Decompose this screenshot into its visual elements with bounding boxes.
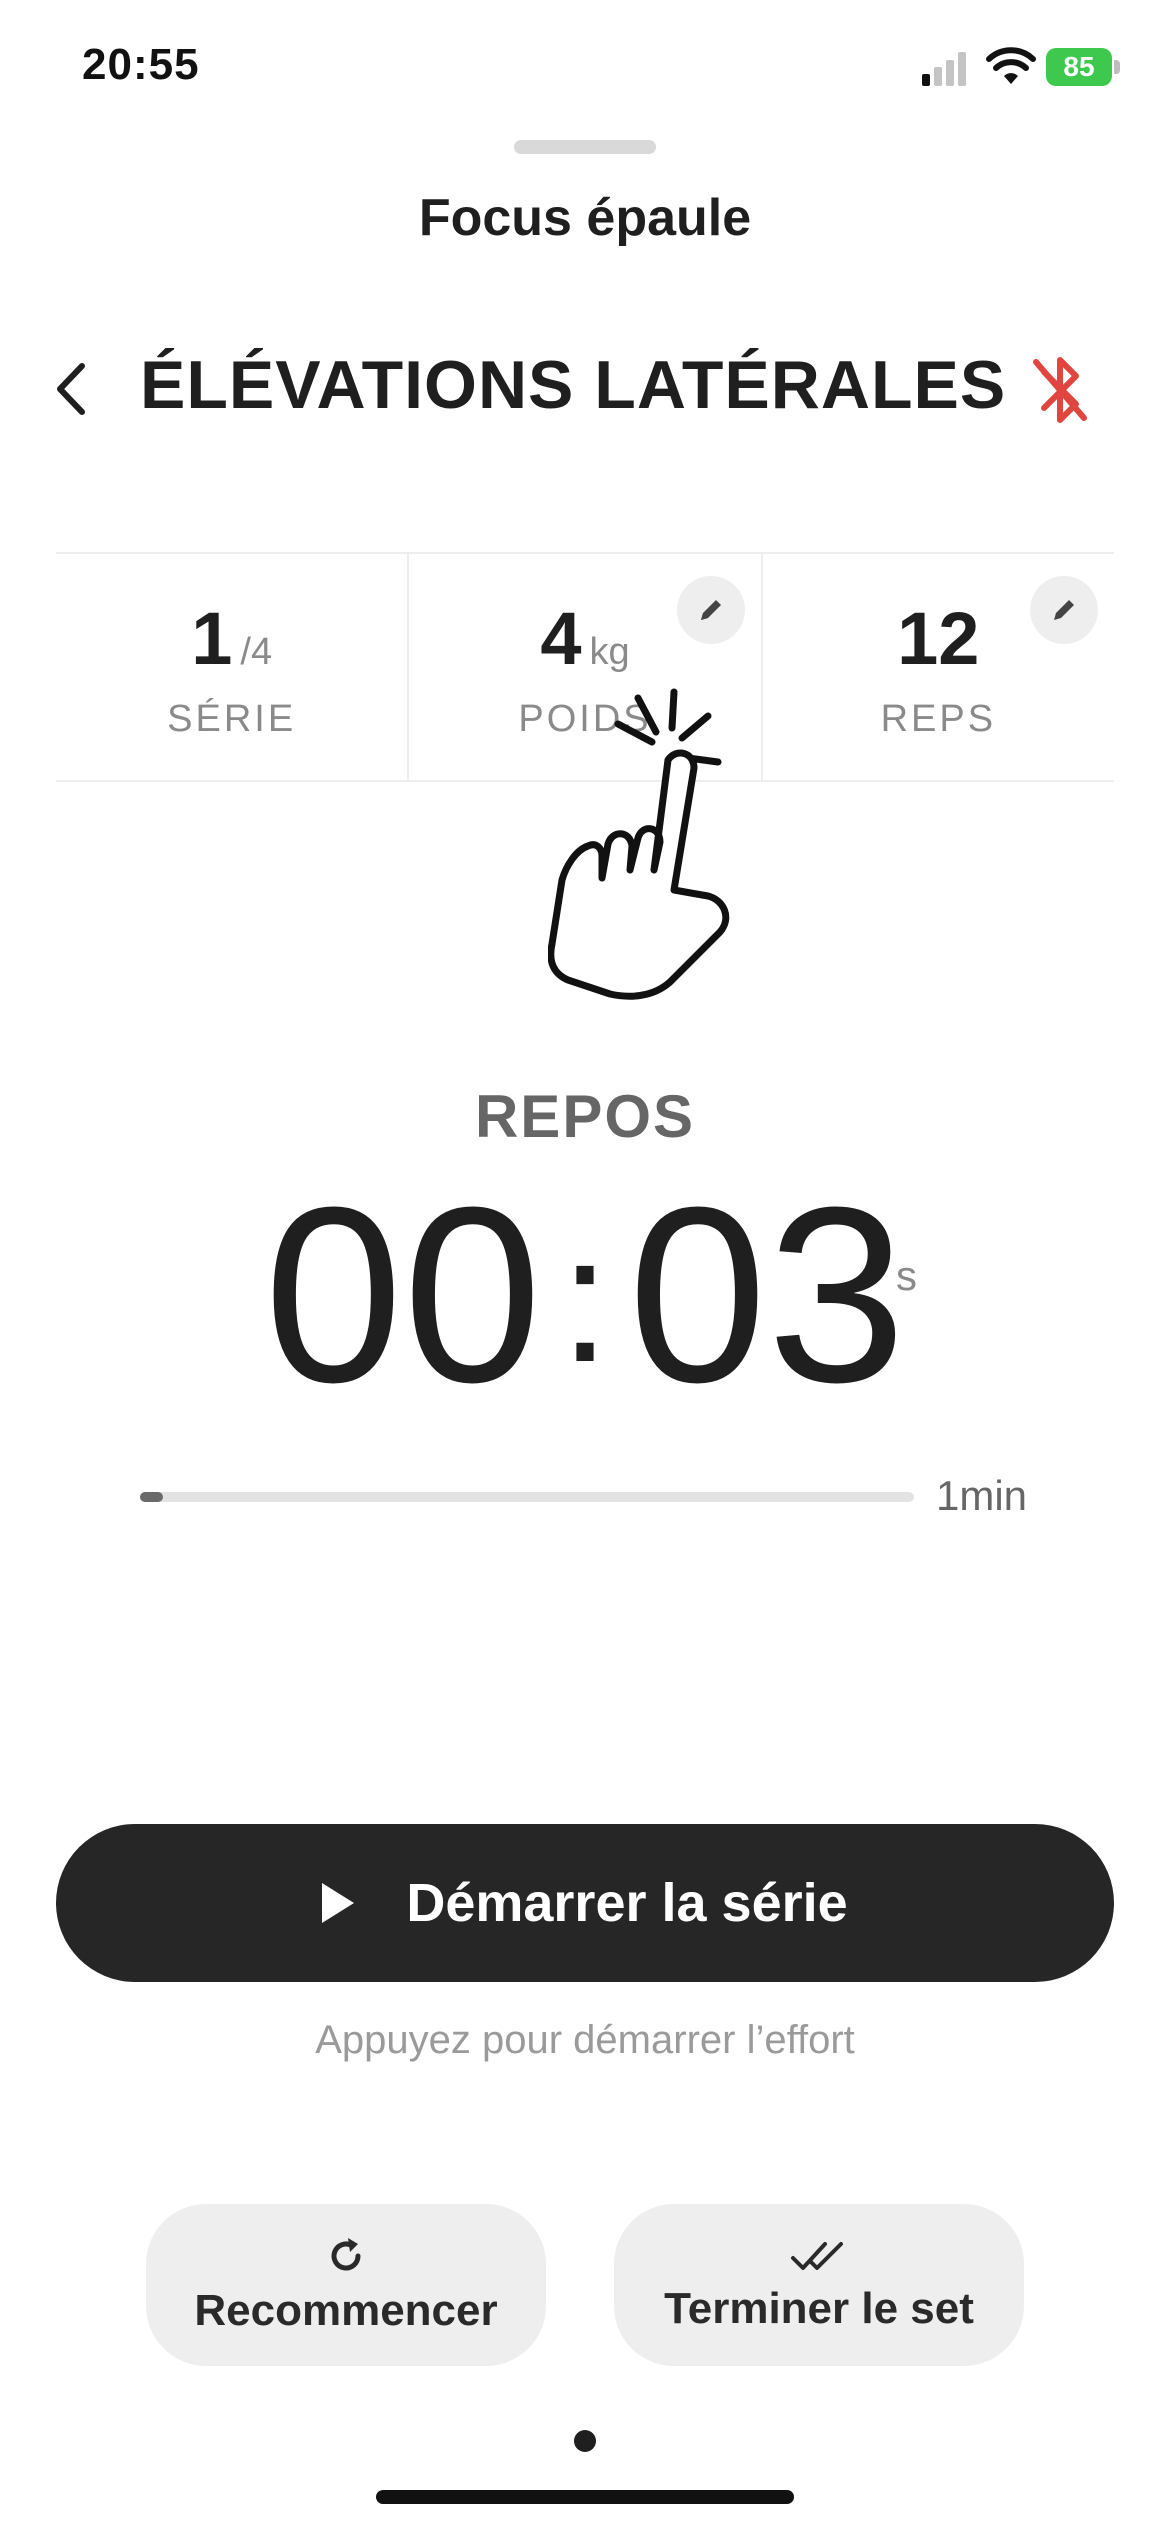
edit-reps-button[interactable] xyxy=(1029,576,1098,644)
restart-button[interactable]: Recommencer xyxy=(146,2204,546,2366)
timer-seconds: 03 xyxy=(628,1155,907,1434)
page-indicator-dot xyxy=(574,2430,596,2452)
stat-set: 1/4 SÉRIE xyxy=(56,554,407,780)
rest-progress-bar xyxy=(140,1492,914,1502)
tap-hand-icon xyxy=(548,688,730,1000)
start-set-button[interactable]: Démarrer la série xyxy=(56,1824,1114,1982)
rest-progress-max: 1min xyxy=(936,1472,1028,1519)
signal-icon xyxy=(922,52,966,86)
status-time: 20:55 xyxy=(82,40,200,89)
battery-level: 85 xyxy=(1063,51,1095,82)
battery-tip xyxy=(1114,60,1120,74)
stat-set-label: SÉRIE xyxy=(167,698,297,740)
set-total: /4 xyxy=(240,631,273,673)
home-indicator[interactable] xyxy=(376,2490,794,2504)
back-chevron-icon[interactable] xyxy=(46,356,102,422)
double-check-icon xyxy=(791,2242,843,2270)
battery-icon: 85 xyxy=(1046,48,1112,86)
restart-icon xyxy=(331,2238,361,2271)
reps-number: 12 xyxy=(897,597,980,680)
pencil-icon xyxy=(700,600,721,620)
start-set-label: Démarrer la série xyxy=(406,1873,848,1933)
set-number: 1 xyxy=(191,597,233,680)
finish-set-button[interactable]: Terminer le set xyxy=(614,2204,1024,2366)
exercise-title: ÉLÉVATIONS LATÉRALES xyxy=(140,347,1007,423)
timer-unit: s xyxy=(896,1252,917,1299)
start-hint: Appuyez pour démarrer l’effort xyxy=(315,2018,855,2062)
sheet-grabber[interactable] xyxy=(514,140,656,154)
finish-set-label: Terminer le set xyxy=(664,2284,974,2333)
stat-set-value: 1/4 xyxy=(56,596,407,681)
rest-progress-fill xyxy=(140,1492,164,1502)
edit-weight-button[interactable] xyxy=(676,576,745,644)
sheet-title: Focus épaule xyxy=(418,189,752,247)
play-icon xyxy=(322,1883,355,1923)
wifi-icon xyxy=(986,47,1036,84)
timer-separator: : xyxy=(559,1199,610,1400)
weight-unit: kg xyxy=(589,631,630,673)
restart-label: Recommencer xyxy=(194,2286,498,2335)
rest-timer: 00:03 xyxy=(0,1170,1170,1445)
timer-minutes: 00 xyxy=(263,1155,542,1434)
bluetooth-off-icon[interactable] xyxy=(1030,350,1090,430)
rest-label: REPOS xyxy=(474,1083,696,1150)
pencil-icon xyxy=(1053,600,1074,620)
weight-number: 4 xyxy=(540,597,582,680)
